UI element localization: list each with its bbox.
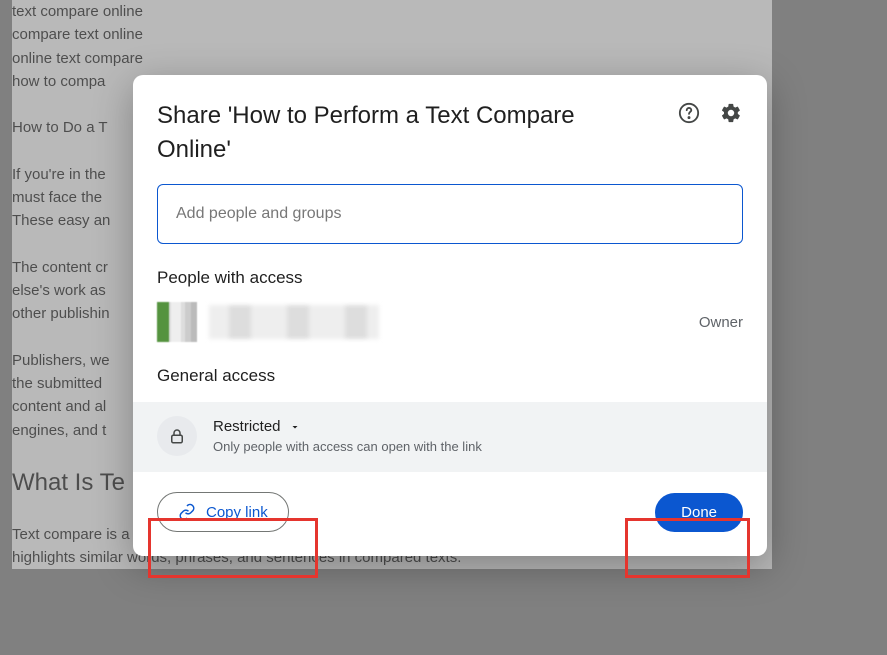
lock-icon <box>157 416 197 456</box>
general-access-row: Restricted Only people with access can o… <box>133 402 767 472</box>
owner-role-label: Owner <box>699 314 743 331</box>
general-access-title: General access <box>157 366 743 386</box>
copy-link-button[interactable]: Copy link <box>157 492 289 532</box>
help-icon[interactable] <box>677 101 701 125</box>
gear-icon[interactable] <box>719 101 743 125</box>
access-mode-label: Restricted <box>213 418 281 435</box>
person-row: Owner <box>157 302 743 342</box>
link-icon <box>178 503 196 521</box>
dialog-title: Share 'How to Perform a Text Compare Onl… <box>157 99 637 166</box>
person-name-redacted <box>209 305 379 339</box>
access-mode-dropdown[interactable]: Restricted <box>213 418 482 435</box>
share-dialog: Share 'How to Perform a Text Compare Onl… <box>133 75 767 556</box>
avatar <box>157 302 197 342</box>
access-description: Only people with access can open with th… <box>213 439 482 454</box>
add-people-input[interactable] <box>157 184 743 244</box>
chevron-down-icon <box>289 421 301 433</box>
people-with-access-title: People with access <box>157 268 743 288</box>
done-button[interactable]: Done <box>655 493 743 532</box>
copy-link-label: Copy link <box>206 504 268 521</box>
